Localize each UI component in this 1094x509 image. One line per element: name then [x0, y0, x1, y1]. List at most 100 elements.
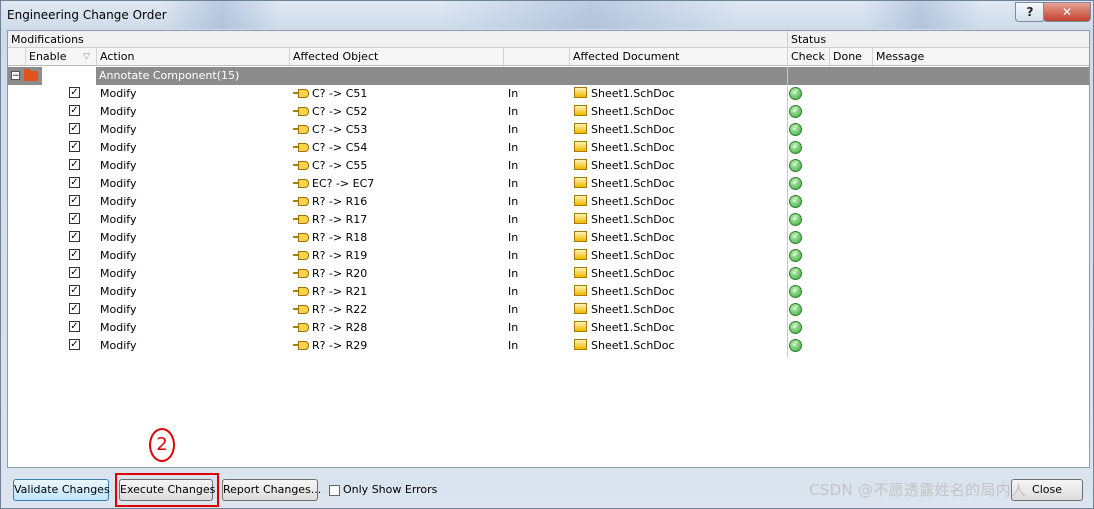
affected-object-text: R? -> R17 — [312, 213, 368, 226]
table-row[interactable]: ✓ Modify R? -> R28 In Sheet1.SchDoc ✓ — [8, 319, 1089, 337]
affected-object-text: C? -> C53 — [312, 123, 368, 136]
annotation-number: 2 — [149, 428, 175, 462]
affected-document-cell: Sheet1.SchDoc — [574, 303, 675, 316]
check-ok-icon: ✓ — [789, 123, 802, 136]
enable-checkbox[interactable]: ✓ — [69, 303, 80, 314]
action-cell: Modify — [100, 195, 137, 208]
affected-object-cell: R? -> R18 — [293, 231, 367, 244]
table-row[interactable]: ✓ Modify C? -> C53 In Sheet1.SchDoc ✓ — [8, 121, 1089, 139]
affected-object-text: EC? -> EC7 — [312, 177, 375, 190]
collapse-icon[interactable]: − — [11, 71, 20, 81]
check-ok-icon: ✓ — [789, 105, 802, 118]
component-icon — [293, 268, 309, 278]
affected-document-cell: Sheet1.SchDoc — [574, 195, 675, 208]
affected-object-text: C? -> C51 — [312, 87, 368, 100]
column-header-done[interactable]: Done — [830, 48, 873, 66]
column-header-direction[interactable] — [504, 48, 570, 66]
affected-object-text: R? -> R20 — [312, 267, 368, 280]
component-icon — [293, 250, 309, 260]
changes-grid: Modifications Status Enable ▽ Action Aff… — [7, 30, 1090, 468]
affected-object-cell: R? -> R21 — [293, 285, 367, 298]
table-row[interactable]: ✓ Modify C? -> C55 In Sheet1.SchDoc ✓ — [8, 157, 1089, 175]
action-cell: Modify — [100, 123, 137, 136]
direction-cell: In — [508, 87, 519, 100]
enable-checkbox[interactable]: ✓ — [69, 213, 80, 224]
check-ok-icon: ✓ — [789, 321, 802, 334]
help-button[interactable]: ? — [1015, 2, 1045, 22]
enable-checkbox[interactable]: ✓ — [69, 267, 80, 278]
table-row[interactable]: ✓ Modify R? -> R17 In Sheet1.SchDoc ✓ — [8, 211, 1089, 229]
report-changes-button[interactable]: Report Changes... — [222, 479, 321, 501]
affected-object-text: R? -> R22 — [312, 303, 368, 316]
schdoc-icon — [574, 195, 587, 206]
column-header-message[interactable]: Message — [873, 48, 1089, 66]
table-row[interactable]: ✓ Modify R? -> R22 In Sheet1.SchDoc ✓ — [8, 301, 1089, 319]
enable-checkbox[interactable]: ✓ — [69, 87, 80, 98]
affected-document-text: Sheet1.SchDoc — [591, 87, 675, 100]
enable-checkbox[interactable]: ✓ — [69, 339, 80, 350]
action-cell: Modify — [100, 249, 137, 262]
affected-document-text: Sheet1.SchDoc — [591, 213, 675, 226]
affected-document-cell: Sheet1.SchDoc — [574, 249, 675, 262]
enable-checkbox[interactable]: ✓ — [69, 321, 80, 332]
enable-checkbox[interactable]: ✓ — [69, 285, 80, 296]
column-header-check[interactable]: Check — [788, 48, 830, 66]
component-icon — [293, 304, 309, 314]
table-row[interactable]: ✓ Modify R? -> R21 In Sheet1.SchDoc ✓ — [8, 283, 1089, 301]
table-row[interactable]: ✓ Modify R? -> R18 In Sheet1.SchDoc ✓ — [8, 229, 1089, 247]
check-ok-icon: ✓ — [789, 285, 802, 298]
sort-icon: ▽ — [83, 52, 90, 62]
watermark: CSDN @不愿透露姓名的局内人 — [809, 481, 1027, 499]
enable-checkbox[interactable]: ✓ — [69, 123, 80, 134]
direction-cell: In — [508, 159, 519, 172]
close-window-button[interactable]: ✕ — [1043, 2, 1091, 22]
check-ok-icon: ✓ — [789, 177, 802, 190]
column-header-blank — [8, 48, 26, 66]
check-ok-icon: ✓ — [789, 87, 802, 100]
only-show-errors-checkbox[interactable] — [329, 485, 340, 496]
affected-document-text: Sheet1.SchDoc — [591, 231, 675, 244]
table-row[interactable]: ✓ Modify C? -> C51 In Sheet1.SchDoc ✓ — [8, 85, 1089, 103]
validate-changes-button[interactable]: Validate Changes — [13, 479, 110, 501]
affected-object-text: R? -> R19 — [312, 249, 368, 262]
check-ok-icon: ✓ — [789, 249, 802, 262]
enable-checkbox[interactable]: ✓ — [69, 105, 80, 116]
schdoc-icon — [574, 285, 587, 296]
component-icon — [293, 214, 309, 224]
column-header-affected-object[interactable]: Affected Object — [290, 48, 504, 66]
table-row[interactable]: ✓ Modify R? -> R19 In Sheet1.SchDoc ✓ — [8, 247, 1089, 265]
affected-object-cell: R? -> R16 — [293, 195, 367, 208]
table-row[interactable]: ✓ Modify R? -> R16 In Sheet1.SchDoc ✓ — [8, 193, 1089, 211]
table-row[interactable]: ✓ Modify EC? -> EC7 In Sheet1.SchDoc ✓ — [8, 175, 1089, 193]
action-cell: Modify — [100, 105, 137, 118]
affected-document-text: Sheet1.SchDoc — [591, 123, 675, 136]
affected-object-text: R? -> R21 — [312, 285, 368, 298]
column-header-action[interactable]: Action — [97, 48, 290, 66]
group-row-annotate[interactable]: − Annotate Component(15) — [8, 67, 1089, 85]
affected-object-text: C? -> C55 — [312, 159, 368, 172]
enable-checkbox[interactable]: ✓ — [69, 159, 80, 170]
enable-checkbox[interactable]: ✓ — [69, 141, 80, 152]
annotation-highlight — [115, 473, 219, 507]
only-show-errors-label: Only Show Errors — [343, 483, 438, 496]
schdoc-icon — [574, 177, 587, 188]
title-bar[interactable]: Engineering Change Order ? ✕ — [1, 1, 1093, 29]
table-row[interactable]: ✓ Modify C? -> C54 In Sheet1.SchDoc ✓ — [8, 139, 1089, 157]
table-row[interactable]: ✓ Modify R? -> R29 In Sheet1.SchDoc ✓ — [8, 337, 1089, 355]
action-cell: Modify — [100, 159, 137, 172]
table-row[interactable]: ✓ Modify C? -> C52 In Sheet1.SchDoc ✓ — [8, 103, 1089, 121]
enable-checkbox[interactable]: ✓ — [69, 249, 80, 260]
enable-checkbox[interactable]: ✓ — [69, 195, 80, 206]
component-icon — [293, 340, 309, 350]
column-header-affected-document[interactable]: Affected Document — [570, 48, 788, 66]
component-icon — [293, 160, 309, 170]
table-row[interactable]: ✓ Modify R? -> R20 In Sheet1.SchDoc ✓ — [8, 265, 1089, 283]
check-ok-icon: ✓ — [789, 195, 802, 208]
group-row-label: Annotate Component(15) — [99, 69, 240, 82]
direction-cell: In — [508, 267, 519, 280]
column-header-enable[interactable]: Enable ▽ — [26, 48, 97, 66]
component-icon — [293, 232, 309, 242]
schdoc-icon — [574, 303, 587, 314]
enable-checkbox[interactable]: ✓ — [69, 231, 80, 242]
enable-checkbox[interactable]: ✓ — [69, 177, 80, 188]
